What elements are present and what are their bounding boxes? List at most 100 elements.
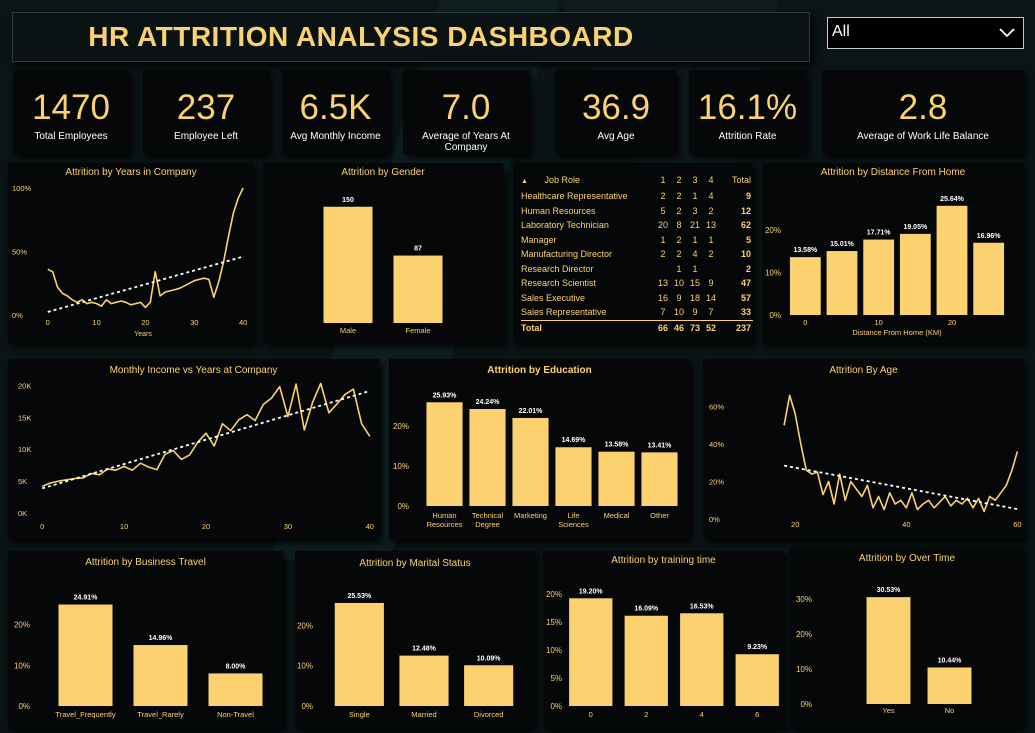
data-label: 16.53% [690,603,715,610]
table-cell-count: 1 [692,263,698,274]
table-cell-count: 13 [705,220,716,231]
kpi-work-life-balance: 2.8 Average of Work Life Balance [822,70,1024,154]
data-label: 19.20% [579,588,604,595]
table-cell-role: Total [521,319,655,335]
table-header[interactable]: 2 [671,171,687,189]
y-tick-label: 10% [546,646,562,655]
y-tick-label: 20% [393,422,409,431]
data-label: 22.01% [519,408,544,415]
bar [927,667,972,704]
table-cell-count: 2 [708,205,714,216]
kpi-avg-monthly-income: 6.5K Avg Monthly Income [282,70,389,154]
y-tick-label: 15K [18,413,31,422]
table-header-row: ▲ Job Role 1 2 3 4 Total [521,171,753,189]
table-row[interactable]: Laboratory Technician 20 8 21 13 62 [521,218,753,233]
panel-attrition-by-years: Attrition by Years in Company 0% 50% 100% 0… [8,163,254,343]
chart-attrition-by-years: 0% 50% 100% 0 10 20 30 40 Years [12,184,247,338]
table-row[interactable]: Healthcare Representative 2 2 1 4 9 [521,189,753,204]
bar [789,257,821,315]
table-header[interactable]: Total [719,171,753,189]
panel-attrition-by-education: Attrition by Education 0% 10% 20% 25.93% Hum… [389,359,690,539]
table-cell-total: 33 [740,307,751,318]
x-axis-label: Years [134,331,152,338]
table-total-row[interactable]: Total 66 46 73 52 237 [521,319,753,335]
table-cell-count: 2 [660,191,666,202]
y-tick-label: 100% [12,184,32,193]
filter-dropdown[interactable]: All [827,17,1024,49]
table-row[interactable]: Manager 1 2 1 1 5 [521,233,753,248]
table-cell-count: 7 [708,307,714,318]
table-row[interactable]: Research Director 1 1 2 [521,262,753,277]
table-cell-total: 9 [745,191,751,202]
x-tick-label: Sciences [558,520,589,529]
data-label: 16.09% [634,606,659,613]
y-tick-label: 50% [12,248,27,257]
table-cell-count: 1 [708,234,714,245]
y-tick-label: 10% [765,268,781,277]
data-label: 25.64% [940,196,965,203]
x-tick-label: No [945,706,955,715]
bar [735,654,779,706]
x-tick-label: Female [405,326,430,335]
table-cell-total: 62 [740,220,751,231]
bar [133,645,188,706]
table-cell-count: 2 [660,249,666,260]
table-cell-count: 16 [657,292,668,303]
table-row[interactable]: Sales Representative 7 10 9 7 33 [521,305,753,320]
panel-attrition-by-gender: Attrition by Gender 150 Male 87 Female [263,163,503,343]
y-tick-label: 10% [393,462,409,471]
table-cell-count: 1 [676,263,682,274]
table-cell-count: 13 [657,278,668,289]
data-label: 24.91% [74,595,99,602]
table-cell-total: 12 [740,205,751,216]
table-cell-role: Manufacturing Director [521,249,613,260]
table-cell-role: Manager [521,234,557,245]
table-cell-count: 2 [676,191,682,202]
series-line [783,394,1019,513]
table-header-job-role[interactable]: ▲ Job Role [521,171,655,189]
data-label: 13.41% [648,442,673,449]
kpi-avg-age: 36.9 Avg Age [555,70,677,154]
table-header[interactable]: 3 [687,171,703,189]
y-tick-label: 0% [301,702,313,711]
x-axis-label: Distance From Home (KM) [852,328,942,337]
title-banner: HR ATTRITION ANALYSIS DASHBOARD [12,12,810,62]
x-tick-label: 20 [141,318,149,327]
bar [624,615,668,706]
table-header[interactable]: 1 [655,171,671,189]
data-label: 25.53% [347,593,372,600]
x-tick-label: 2 [644,710,648,719]
y-tick-label: 0% [397,502,409,511]
chart-attrition-by-training: 0% 5% 10% 15% 20% 19.20% 0 16.09% 2 16.53% 4 9.23% 6 [546,588,779,719]
table-cell-count: 2 [708,249,714,260]
table-cell-count: 1 [692,234,698,245]
job-role-table: ▲ Job Role 1 2 3 4 Total Healthcare Repr… [521,171,753,335]
y-tick-label: 15% [546,618,562,627]
table-cell-count: 3 [692,205,698,216]
table-row[interactable]: Research Scientist 13 10 15 9 47 [521,276,753,291]
table-header[interactable]: 4 [703,171,719,189]
data-label: 19.05% [903,224,928,231]
x-tick-label: Technical [472,511,504,520]
table-cell-total: 5 [745,234,751,245]
sort-up-icon: ▲ [521,178,528,185]
bar [826,251,858,315]
bar [469,409,506,506]
bar [323,206,373,323]
series-line [41,382,371,487]
y-tick-label: 5% [550,674,562,683]
x-tick-label: Divorced [474,710,504,719]
y-tick-label: 0% [709,515,720,524]
x-tick-label: 40 [366,522,374,531]
table-row[interactable]: Human Resources 5 2 3 2 12 [521,204,753,219]
x-tick-label: 40 [902,520,910,529]
data-label: 10.44% [938,657,963,664]
table-row[interactable]: Sales Executive 16 9 18 14 57 [521,291,753,306]
table-cell-count: 7 [660,307,666,318]
table-row[interactable]: Manufacturing Director 2 2 4 2 10 [521,247,753,262]
series-line [47,187,244,309]
table-cell-count: 21 [689,220,700,231]
x-tick-label: Human [432,511,456,520]
y-tick-label: 20% [546,590,562,599]
data-label: 150 [342,197,354,204]
